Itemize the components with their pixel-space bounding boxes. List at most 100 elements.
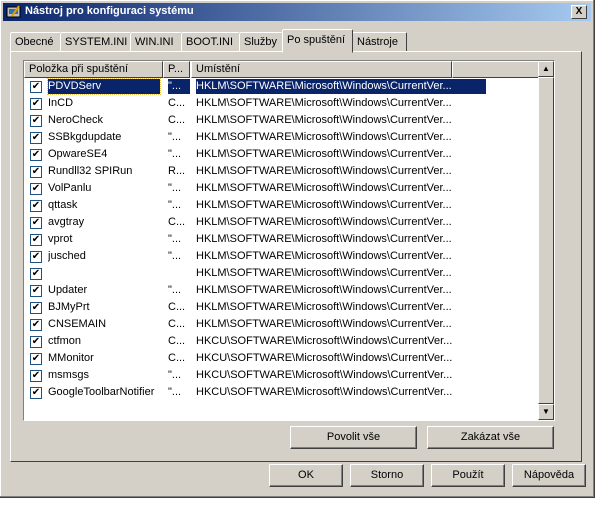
- table-row[interactable]: ✔ PDVDServ "... HKLM\SOFTWARE\Microsoft\Win…: [24, 78, 536, 95]
- msconfig-window: Nástroj pro konfiguraci systému X Obecné…: [0, 0, 595, 498]
- table-row[interactable]: ✔ CNSEMAIN C... HKLM\SOFTWARE\Microsoft\Win…: [24, 316, 536, 333]
- startup-item-location: HKLM\SOFTWARE\Microsoft\Windows\CurrentV…: [196, 267, 452, 279]
- enable-checkbox[interactable]: ✔: [30, 200, 42, 212]
- startup-item-name: Updater: [48, 284, 88, 296]
- startup-item-location: HKLM\SOFTWARE\Microsoft\Windows\CurrentV…: [196, 97, 452, 109]
- startup-item-command: "...: [168, 182, 182, 194]
- table-row[interactable]: ✔ SSBkgdupdate "... HKLM\SOFTWARE\Microsoft…: [24, 129, 536, 146]
- table-row[interactable]: ✔ HKLM\SOFTWARE\Microsoft\Windows\Current…: [24, 265, 536, 282]
- tab-boot-ini[interactable]: BOOT.INI: [181, 32, 240, 52]
- enable-checkbox[interactable]: ✔: [30, 81, 42, 93]
- table-row[interactable]: ✔ VolPanlu "... HKLM\SOFTWARE\Microsoft\Win…: [24, 180, 536, 197]
- title-bar[interactable]: Nástroj pro konfiguraci systému X: [3, 3, 591, 21]
- enable-checkbox[interactable]: ✔: [30, 370, 42, 382]
- startup-item-location: HKLM\SOFTWARE\Microsoft\Windows\CurrentV…: [196, 250, 452, 262]
- enable-checkbox[interactable]: ✔: [30, 132, 42, 144]
- app-icon: [6, 5, 21, 18]
- startup-item-name: avgtray: [48, 216, 85, 228]
- startup-item-name: GoogleToolbarNotifier: [48, 386, 155, 398]
- disable-all-button[interactable]: Zakázat vše: [427, 426, 554, 449]
- startup-item-name: InCD: [48, 97, 74, 109]
- startup-item-command: "...: [168, 148, 182, 160]
- enable-checkbox[interactable]: ✔: [30, 251, 42, 263]
- table-row[interactable]: ✔ MMonitor C... HKCU\SOFTWARE\Microsoft\Win…: [24, 350, 536, 367]
- list-header: Položka při spuštění P... Umístění: [24, 61, 554, 78]
- startup-panel: Položka při spuštění P... Umístění ✔ PDVD…: [10, 51, 582, 462]
- enable-checkbox[interactable]: ✔: [30, 302, 42, 314]
- close-button[interactable]: X: [571, 5, 587, 19]
- enable-checkbox[interactable]: ✔: [30, 149, 42, 161]
- enable-checkbox[interactable]: ✔: [30, 387, 42, 399]
- enable-checkbox[interactable]: ✔: [30, 285, 42, 297]
- vertical-scrollbar[interactable]: ▲ ▼: [538, 61, 554, 420]
- startup-item-location: HKCU\SOFTWARE\Microsoft\Windows\CurrentV…: [196, 352, 453, 364]
- startup-item-location: HKLM\SOFTWARE\Microsoft\Windows\CurrentV…: [196, 284, 452, 296]
- scroll-up-icon[interactable]: ▲: [538, 61, 554, 77]
- startup-item-location: HKLM\SOFTWARE\Microsoft\Windows\CurrentV…: [196, 199, 452, 211]
- table-row[interactable]: ✔ BJMyPrt C... HKLM\SOFTWARE\Microsoft\Wind…: [24, 299, 536, 316]
- tab-startup[interactable]: Po spuštění: [282, 29, 353, 53]
- startup-item-name: SSBkgdupdate: [48, 131, 122, 143]
- startup-item-command: "...: [168, 369, 182, 381]
- enable-all-button[interactable]: Povolit vše: [290, 426, 417, 449]
- enable-checkbox[interactable]: ✔: [30, 353, 42, 365]
- startup-item-command: "...: [168, 250, 182, 262]
- scroll-down-icon[interactable]: ▼: [538, 404, 554, 420]
- enable-checkbox[interactable]: ✔: [30, 217, 42, 229]
- enable-checkbox[interactable]: ✔: [30, 98, 42, 110]
- startup-item-command: "...: [168, 79, 190, 94]
- table-row[interactable]: ✔ OpwareSE4 "... HKLM\SOFTWARE\Microsoft\Wi…: [24, 146, 536, 163]
- table-row[interactable]: ✔ GoogleToolbarNotifier "... HKCU\SOFTWARE\…: [24, 384, 536, 401]
- table-row[interactable]: ✔ NeroCheck C... HKLM\SOFTWARE\Microsoft\Wi…: [24, 112, 536, 129]
- scroll-thumb[interactable]: [538, 77, 554, 404]
- startup-item-command: C...: [168, 301, 186, 313]
- table-row[interactable]: ✔ msmsgs "... HKCU\SOFTWARE\Microsoft\Windo…: [24, 367, 536, 384]
- cancel-button[interactable]: Storno: [350, 464, 424, 487]
- startup-item-name: [48, 266, 160, 281]
- table-row[interactable]: ✔ Rundll32 SPIRun R... HKLM\SOFTWARE\Micros…: [24, 163, 536, 180]
- startup-item-name: Rundll32 SPIRun: [48, 165, 133, 177]
- ok-button[interactable]: OK: [269, 464, 343, 487]
- help-button[interactable]: Nápověda: [512, 464, 586, 487]
- enable-checkbox[interactable]: ✔: [30, 336, 42, 348]
- startup-list[interactable]: Položka při spuštění P... Umístění ✔ PDVD…: [23, 60, 555, 421]
- enable-checkbox[interactable]: ✔: [30, 268, 42, 280]
- table-row[interactable]: ✔ ctfmon C... HKCU\SOFTWARE\Microsoft\Windo…: [24, 333, 536, 350]
- startup-item-command: "...: [168, 386, 182, 398]
- startup-item-location: HKLM\SOFTWARE\Microsoft\Windows\CurrentV…: [196, 216, 452, 228]
- window-title: Nástroj pro konfiguraci systému: [25, 5, 194, 17]
- column-header-command[interactable]: P...: [163, 61, 190, 78]
- startup-item-location: HKLM\SOFTWARE\Microsoft\Windows\CurrentV…: [196, 165, 452, 177]
- column-header-location[interactable]: Umístění: [191, 61, 452, 78]
- apply-button[interactable]: Použít: [431, 464, 505, 487]
- enable-checkbox[interactable]: ✔: [30, 183, 42, 195]
- startup-item-location: HKLM\SOFTWARE\Microsoft\Windows\CurrentV…: [196, 233, 452, 245]
- tab-win-ini[interactable]: WIN.INI: [130, 32, 182, 52]
- tab-general[interactable]: Obecné: [10, 32, 61, 52]
- startup-item-location: HKLM\SOFTWARE\Microsoft\Windows\CurrentV…: [196, 114, 452, 126]
- startup-item-name: jusched: [48, 250, 86, 262]
- enable-checkbox[interactable]: ✔: [30, 234, 42, 246]
- startup-item-command: "...: [168, 284, 182, 296]
- tab-system-ini[interactable]: SYSTEM.INI: [60, 32, 131, 52]
- startup-item-location: HKLM\SOFTWARE\Microsoft\Windows\CurrentV…: [196, 182, 452, 194]
- table-row[interactable]: ✔ qttask "... HKLM\SOFTWARE\Microsoft\Windo…: [24, 197, 536, 214]
- startup-item-command: "...: [168, 199, 182, 211]
- startup-item-name: PDVDServ: [47, 78, 161, 95]
- enable-checkbox[interactable]: ✔: [30, 115, 42, 127]
- startup-item-name: ctfmon: [48, 335, 82, 347]
- table-row[interactable]: ✔ jusched "... HKLM\SOFTWARE\Microsoft\Wind…: [24, 248, 536, 265]
- table-row[interactable]: ✔ avgtray C... HKLM\SOFTWARE\Microsoft\Wind…: [24, 214, 536, 231]
- table-row[interactable]: ✔ InCD C... HKLM\SOFTWARE\Microsoft\Windows…: [24, 95, 536, 112]
- table-row[interactable]: ✔ vprot "... HKLM\SOFTWARE\Microsoft\Window…: [24, 231, 536, 248]
- startup-item-location: HKLM\SOFTWARE\Microsoft\Windows\CurrentV…: [196, 148, 452, 160]
- column-header-item[interactable]: Položka při spuštění: [24, 61, 163, 78]
- tab-services[interactable]: Služby: [239, 32, 283, 52]
- startup-item-command: C...: [168, 335, 186, 347]
- tab-tools[interactable]: Nástroje: [352, 32, 407, 52]
- startup-item-location: HKCU\SOFTWARE\Microsoft\Windows\CurrentV…: [196, 386, 453, 398]
- startup-item-location: HKLM\SOFTWARE\Microsoft\Windows\CurrentV…: [196, 318, 452, 330]
- enable-checkbox[interactable]: ✔: [30, 166, 42, 178]
- enable-checkbox[interactable]: ✔: [30, 319, 42, 331]
- table-row[interactable]: ✔ Updater "... HKLM\SOFTWARE\Microsoft\Wind…: [24, 282, 536, 299]
